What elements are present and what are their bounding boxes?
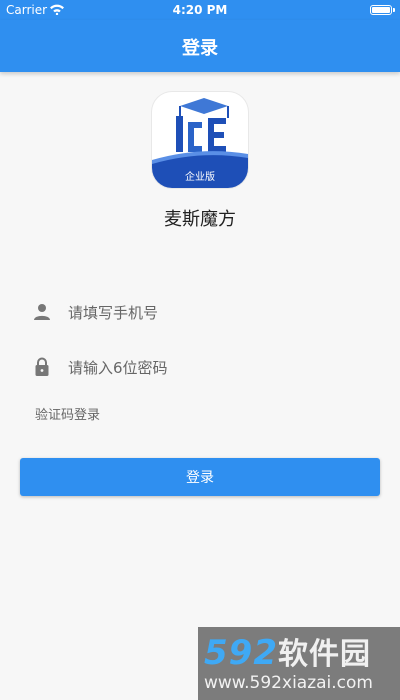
watermark-url: www.592xiazai.com <box>204 673 373 693</box>
app-name: 麦斯魔方 <box>164 209 236 230</box>
navigation-bar: 登录 <box>0 20 400 72</box>
login-button[interactable]: 登录 <box>20 458 380 496</box>
password-field[interactable] <box>32 352 372 382</box>
status-time: 4:20 PM <box>172 3 228 17</box>
app-logo: 企业版 <box>152 92 248 188</box>
watermark-brand-cn: 软件园 <box>277 637 371 672</box>
password-input[interactable] <box>66 354 370 382</box>
sms-login-link[interactable]: 验证码登录 <box>35 404 100 423</box>
user-icon <box>34 304 50 320</box>
phone-field[interactable] <box>32 297 372 327</box>
phone-input[interactable] <box>66 299 370 327</box>
battery-icon <box>370 5 395 15</box>
logo-badge-text: 企业版 <box>185 172 215 183</box>
lock-icon <box>35 357 49 376</box>
watermark-brand: 592软件园 <box>204 629 371 673</box>
page-title: 登录 <box>182 38 218 59</box>
status-bar: Carrier 4:20 PM <box>0 0 400 20</box>
watermark: 592软件园 www.592xiazai.com <box>198 627 400 700</box>
watermark-brand-num: 592 <box>204 633 278 673</box>
